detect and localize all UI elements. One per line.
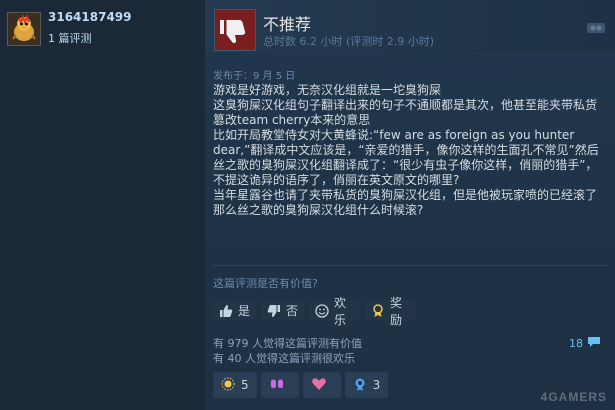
review-paragraph: 当年星露谷也请了夹带私货的臭狗屎汉化组，但是他被玩家喷的已经滚了 [213,188,598,202]
helpful-count: 有 979 人觉得这篇评测有价值 [213,337,362,350]
vote-funny-button[interactable]: 欢乐 [309,296,361,327]
recommendation-title: 不推荐 [263,15,312,34]
comment-icon [587,336,601,351]
award-item[interactable]: 5 [213,372,257,398]
award-ribbon-icon [371,303,385,318]
review-panel: 不推荐 总时数 6.2 小时 (评测时 2.9 小时) 发布于：9 月 5 日 … [205,0,615,410]
posted-date: 发布于：9 月 5 日 [213,71,296,82]
avatar[interactable] [7,12,41,46]
medal-award-icon [353,377,367,394]
awards-row: 5 3 [213,372,389,398]
author-name[interactable]: 3164187499 [48,10,132,24]
watermark: 4GAMERS [540,390,607,404]
vote-no-label: 否 [286,304,299,318]
thumbs-up-icon [219,304,233,318]
thumbs-down-icon [267,304,281,318]
review-paragraph: 那么丝之歌的臭狗屎汉化组什么时候滚? [213,203,424,217]
steam-icon [587,20,605,34]
review-paragraph: 游戏是好游戏，无奈汉化组就是一坨臭狗屎 [213,83,442,97]
vote-funny-label: 欢乐 [334,295,347,327]
review-paragraph: 比如开局教堂侍女对大黄蜂说:“few are as foreign as you… [213,128,599,187]
author-column: 3164187499 1 篇评测 [0,0,205,410]
review-paragraph: 这臭狗屎汉化组句子翻译出来的句子不通顺都是其次，他甚至能夹带私货篡改team c… [213,98,598,127]
playtime-hours: 总时数 6.2 小时 (评测时 2.9 小时) [263,35,435,48]
comment-count: 18 [569,337,583,350]
thumbs-down-icon [214,9,256,51]
helpful-question: 这篇评测是否有价值? [213,277,318,290]
award-label: 奖励 [390,295,403,327]
review-body: 游戏是好游戏，无奈汉化组就是一坨臭狗屎 这臭狗屎汉化组句子翻译出来的句子不通顺都… [213,83,608,218]
award-count: 5 [241,378,249,392]
award-item[interactable] [302,372,341,398]
divider [213,265,608,266]
hands-award-icon [269,377,285,394]
author-review-count[interactable]: 1 篇评测 [48,30,92,46]
vote-no-button[interactable]: 否 [261,300,305,321]
award-button[interactable]: 奖励 [365,296,415,327]
award-item[interactable]: 3 [344,372,389,398]
vote-yes-button[interactable]: 是 [213,300,257,321]
comments-link[interactable]: 18 [569,336,601,351]
award-item[interactable] [260,372,299,398]
heart-award-icon [311,377,327,394]
vote-header[interactable]: 不推荐 总时数 6.2 小时 (评测时 2.9 小时) [205,0,615,52]
award-count: 3 [372,378,381,392]
vote-yes-label: 是 [238,304,251,318]
review-stats: 有 979 人觉得这篇评测有价值 有 40 人觉得这篇评测很欢乐 [213,336,362,366]
smiley-icon [315,303,329,318]
sun-award-icon [221,377,235,394]
funny-count: 有 40 人觉得这篇评测很欢乐 [213,352,355,365]
chicken-avatar-image [8,13,40,45]
